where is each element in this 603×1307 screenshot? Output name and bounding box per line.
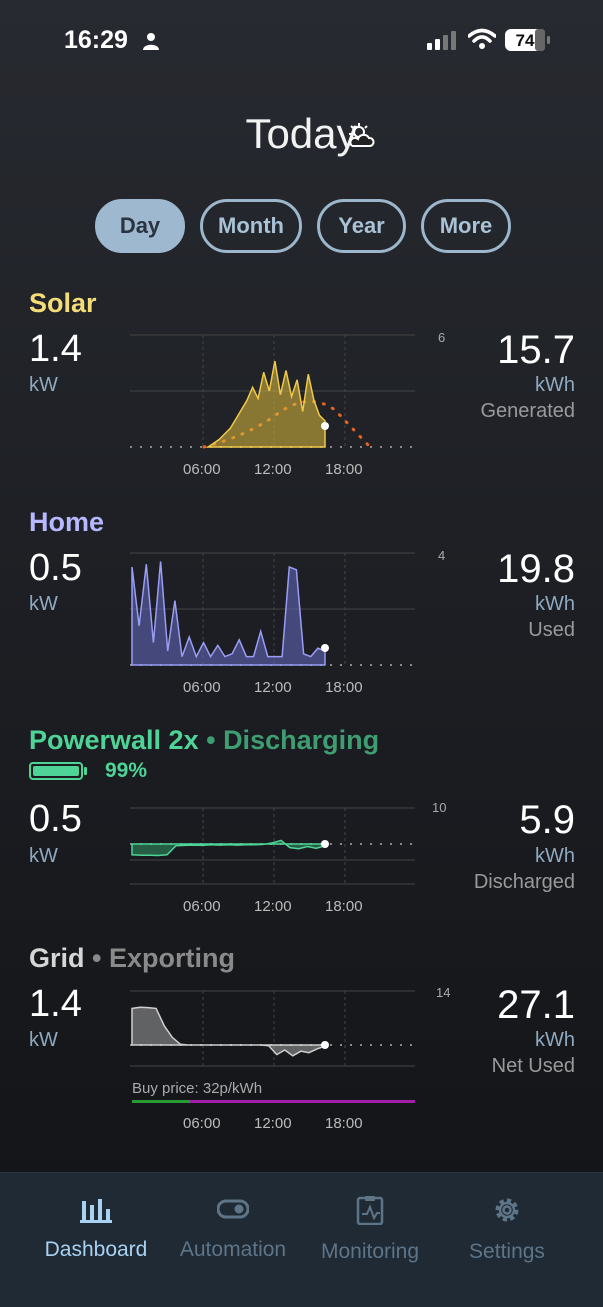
home-power: 0.5 <box>29 547 82 589</box>
battery-percent: 74 <box>515 31 535 50</box>
grid-unit: kW <box>29 1029 58 1051</box>
powerwall-battery-icon <box>29 762 83 780</box>
powerwall-total-label: Discharged <box>473 871 575 893</box>
powerwall-header: Powerwall 2x • Discharging <box>29 725 379 756</box>
person-icon <box>143 33 159 50</box>
nav-automation-label: Automation <box>179 1238 287 1261</box>
tab-day[interactable]: Day <box>95 199 185 253</box>
home-total: 19.8 <box>497 547 575 591</box>
home-total-label: Used <box>528 619 575 641</box>
period-tabs: Day Month Year More <box>95 199 511 253</box>
nav-dashboard[interactable]: Dashboard <box>21 1195 171 1262</box>
powerwall-total-unit: kWh <box>535 845 575 867</box>
tab-month[interactable]: Month <box>200 199 302 253</box>
grid-now-marker <box>321 1041 329 1049</box>
dashboard-icon <box>80 1199 112 1223</box>
powerwall-axis-max: 10 <box>432 800 447 815</box>
grid-title: Grid <box>29 943 85 973</box>
page-title: Today <box>245 110 358 157</box>
home-axis-max: 4 <box>438 548 446 563</box>
grid-header: Grid • Exporting <box>29 943 235 974</box>
nav-monitoring[interactable]: Monitoring <box>295 1195 445 1264</box>
nav-settings-label: Settings <box>469 1240 545 1263</box>
clipboard-chart-icon <box>356 1196 384 1226</box>
wifi-icon <box>468 28 496 49</box>
tariff-offpeak-bar <box>132 1100 190 1103</box>
grid-total: 27.1 <box>497 983 575 1027</box>
home-xtick-2: 12:00 <box>254 679 292 696</box>
powerwall-chart[interactable] <box>130 800 416 890</box>
signal-icon <box>427 31 456 50</box>
gear-icon <box>495 1198 519 1222</box>
powerwall-charge: 99% <box>105 759 148 782</box>
grid-xtick-2: 12:00 <box>254 1115 292 1132</box>
solar-chart[interactable] <box>130 330 416 454</box>
solar-title: Solar <box>29 288 97 318</box>
grid-xtick-3: 18:00 <box>325 1115 363 1132</box>
powerwall-state: • Discharging <box>206 725 380 755</box>
powerwall-xtick-3: 18:00 <box>325 898 363 915</box>
solar-unit: kW <box>29 374 58 396</box>
grid-chart[interactable] <box>130 988 416 1068</box>
solar-xtick-3: 18:00 <box>325 461 363 478</box>
powerwall-power: 0.5 <box>29 798 82 840</box>
home-total-unit: kWh <box>535 593 575 615</box>
solar-xtick-1: 06:00 <box>183 461 221 478</box>
solar-xtick-2: 12:00 <box>254 461 292 478</box>
partly-cloudy-icon <box>349 123 375 147</box>
nav-automation[interactable]: Automation <box>158 1195 308 1262</box>
grid-buy-price: Buy price: 32p/kWh <box>132 1080 263 1097</box>
home-xtick-3: 18:00 <box>325 679 363 696</box>
home-now-marker <box>321 644 329 652</box>
nav-dashboard-label: Dashboard <box>44 1238 148 1261</box>
solar-axis-max: 6 <box>438 330 446 345</box>
toggle-icon <box>216 1199 250 1219</box>
grid-area <box>131 1006 326 1057</box>
solar-power: 1.4 <box>29 328 82 370</box>
tab-year[interactable]: Year <box>317 199 406 253</box>
nav-monitoring-label: Monitoring <box>320 1240 420 1263</box>
grid-total-label: Net Used <box>491 1055 575 1077</box>
home-chart[interactable] <box>130 548 416 672</box>
home-unit: kW <box>29 593 58 615</box>
home-xtick-1: 06:00 <box>183 679 221 696</box>
powerwall-area <box>131 839 326 857</box>
tab-more[interactable]: More <box>421 199 511 253</box>
grid-total-unit: kWh <box>535 1029 575 1051</box>
solar-total-label: Generated <box>480 400 575 422</box>
home-title: Home <box>29 507 105 537</box>
powerwall-unit: kW <box>29 845 58 867</box>
grid-power: 1.4 <box>29 983 82 1025</box>
grid-state: • Exporting <box>92 943 235 973</box>
powerwall-now-marker <box>321 840 329 848</box>
solar-now-marker <box>321 422 329 430</box>
tariff-peak-bar <box>190 1100 415 1103</box>
solar-total-unit: kWh <box>535 374 575 396</box>
status-time: 16:29 <box>64 26 128 54</box>
home-area <box>131 561 326 666</box>
powerwall-xtick-1: 06:00 <box>183 898 221 915</box>
solar-area <box>205 360 326 448</box>
nav-settings[interactable]: Settings <box>432 1195 582 1264</box>
grid-axis-max: 14 <box>436 985 451 1000</box>
solar-total: 15.7 <box>497 328 575 372</box>
powerwall-total: 5.9 <box>519 798 575 842</box>
powerwall-xtick-2: 12:00 <box>254 898 292 915</box>
powerwall-title: Powerwall 2x <box>29 725 199 755</box>
grid-xtick-1: 06:00 <box>183 1115 221 1132</box>
